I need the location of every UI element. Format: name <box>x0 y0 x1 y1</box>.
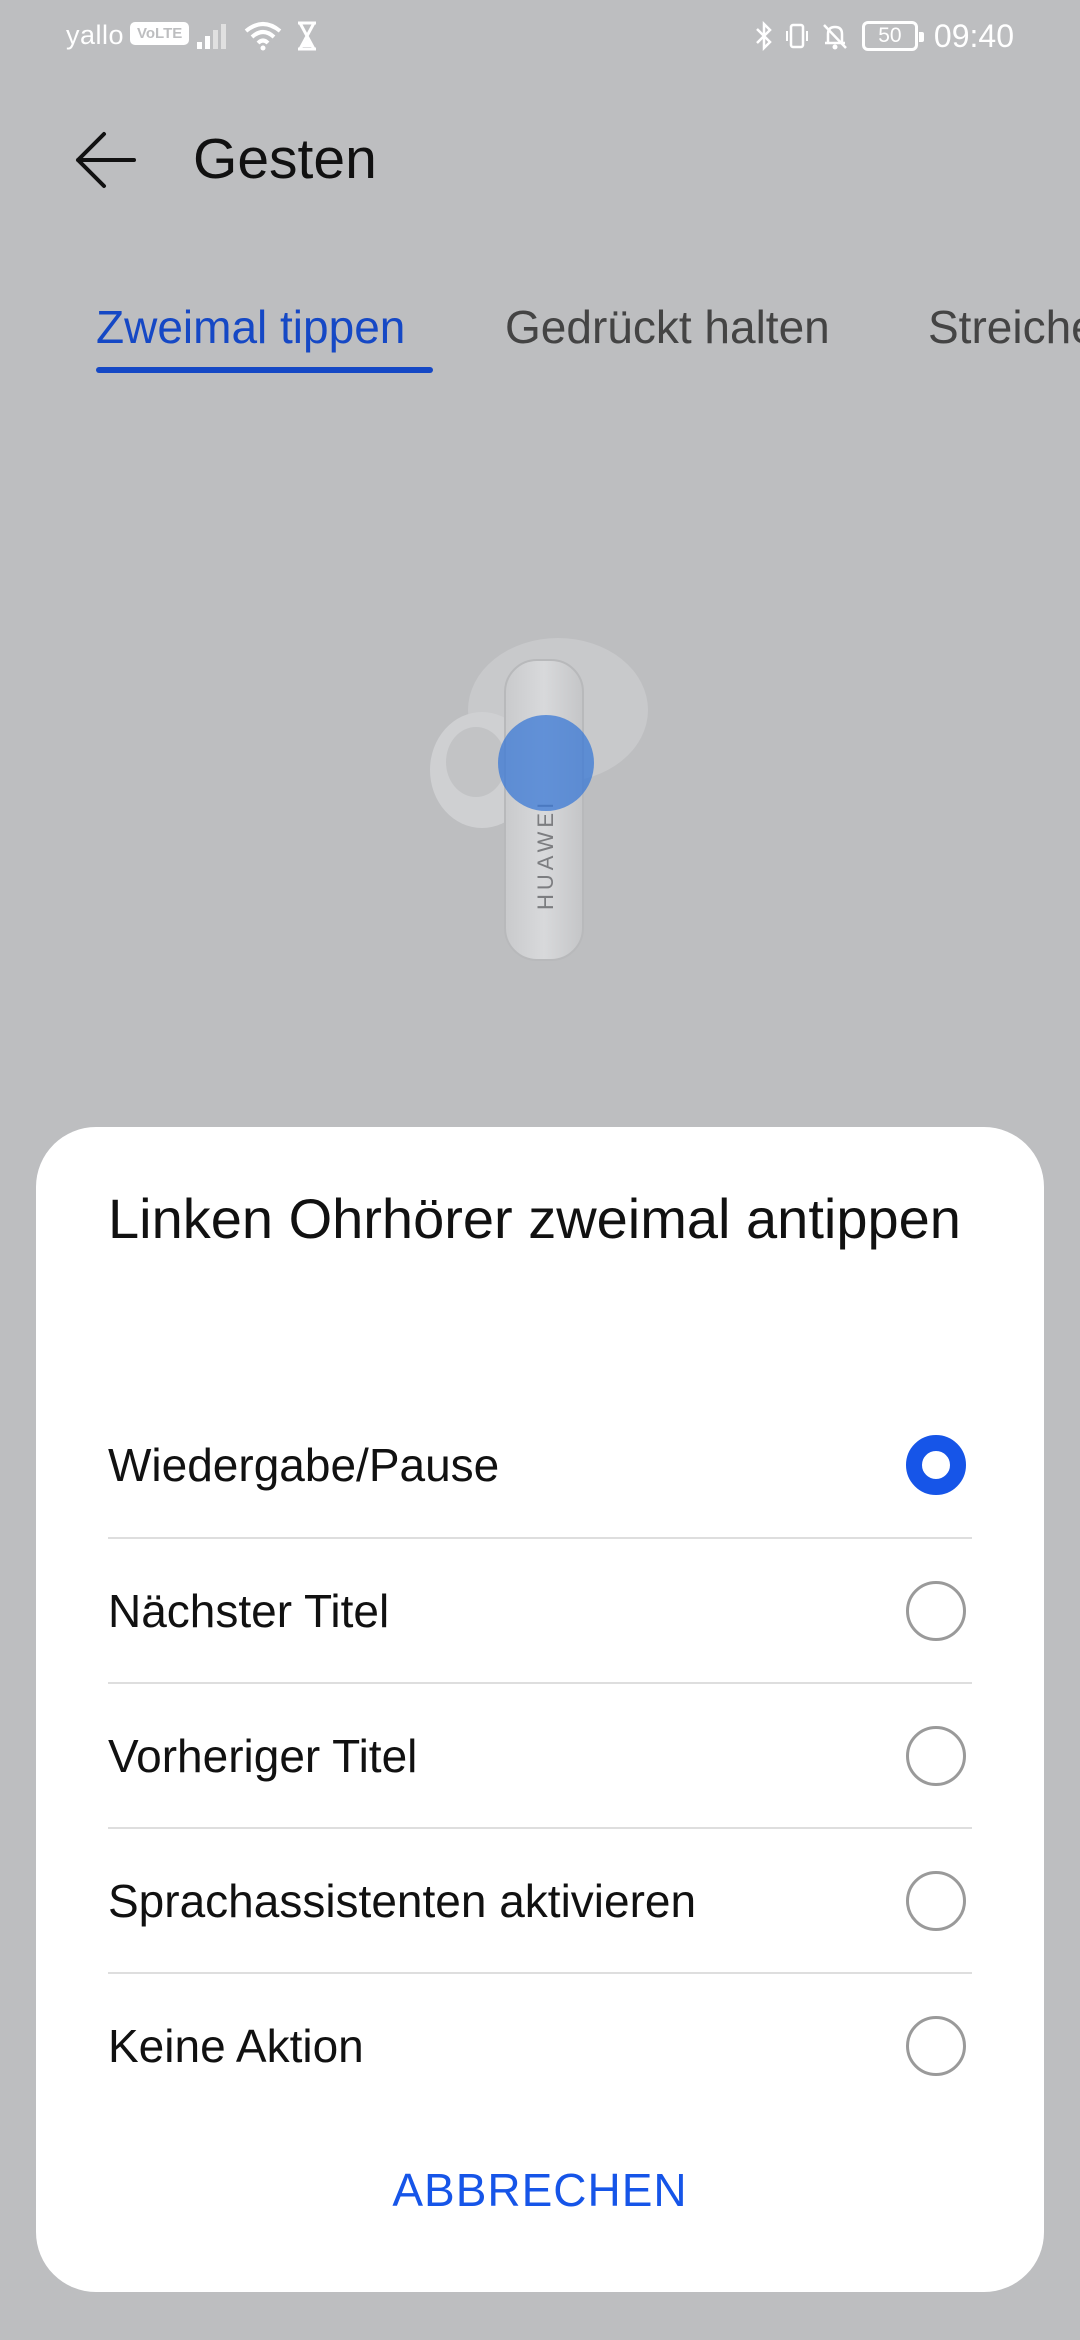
radio-unselected-icon[interactable] <box>906 1725 966 1786</box>
cancel-button[interactable]: ABBRECHEN <box>36 2145 1044 2235</box>
sheet-title: Linken Ohrhörer zweimal antippen <box>108 1187 961 1250</box>
option-voice-assistant[interactable]: Sprachassistenten aktivieren <box>108 1827 972 1972</box>
gesture-tabs: Zweimal tippen Gedrückt halten Streichen <box>0 300 1080 380</box>
action-sheet: Linken Ohrhörer zweimal antippen Wiederg… <box>36 1127 1044 2292</box>
carrier-name: yallo <box>66 20 125 50</box>
earbud-illustration: HUAWEI <box>420 630 660 970</box>
option-label: Vorheriger Titel <box>108 1729 418 1782</box>
bell-muted-icon <box>823 24 847 50</box>
options-list: Wiedergabe/Pause Nächster Titel Vorherig… <box>108 1392 972 2117</box>
battery-level: 50 <box>878 24 902 47</box>
option-no-action[interactable]: Keine Aktion <box>108 1972 972 2117</box>
option-label: Nächster Titel <box>108 1584 390 1637</box>
arrow-left-icon <box>76 132 136 188</box>
battery-icon: 50 <box>861 21 924 51</box>
bluetooth-icon <box>756 21 772 51</box>
back-button[interactable] <box>66 120 146 200</box>
tab-double-tap[interactable]: Zweimal tippen <box>96 300 405 354</box>
tap-indicator <box>498 715 594 811</box>
hourglass-icon <box>298 21 316 51</box>
radio-unselected-icon[interactable] <box>906 1870 966 1931</box>
option-label: Wiedergabe/Pause <box>108 1438 500 1491</box>
option-label: Keine Aktion <box>108 2019 364 2072</box>
tab-active-indicator <box>96 367 433 373</box>
volte-badge: VoLTE <box>130 22 190 45</box>
radio-selected-icon[interactable] <box>906 1434 966 1495</box>
clock: 09:40 <box>933 17 1014 54</box>
radio-unselected-icon[interactable] <box>906 2015 966 2076</box>
page-title: Gesten <box>193 127 377 191</box>
vibrate-icon <box>785 23 808 49</box>
wifi-icon <box>244 22 282 51</box>
option-previous-track[interactable]: Vorheriger Titel <box>108 1682 972 1827</box>
tab-press-and-hold[interactable]: Gedrückt halten <box>505 300 830 354</box>
brand-label: HUAWEI <box>533 799 558 910</box>
option-play-pause[interactable]: Wiedergabe/Pause <box>108 1392 972 1537</box>
earbud-icon: HUAWEI <box>430 638 648 961</box>
radio-unselected-icon[interactable] <box>906 1580 966 1641</box>
tab-swipe[interactable]: Streichen <box>928 300 1080 354</box>
option-label: Sprachassistenten aktivieren <box>108 1874 697 1927</box>
status-bar: yallo VoLTE 50 09:40 <box>0 0 1080 75</box>
signal-icon <box>197 24 226 49</box>
option-next-track[interactable]: Nächster Titel <box>108 1537 972 1682</box>
